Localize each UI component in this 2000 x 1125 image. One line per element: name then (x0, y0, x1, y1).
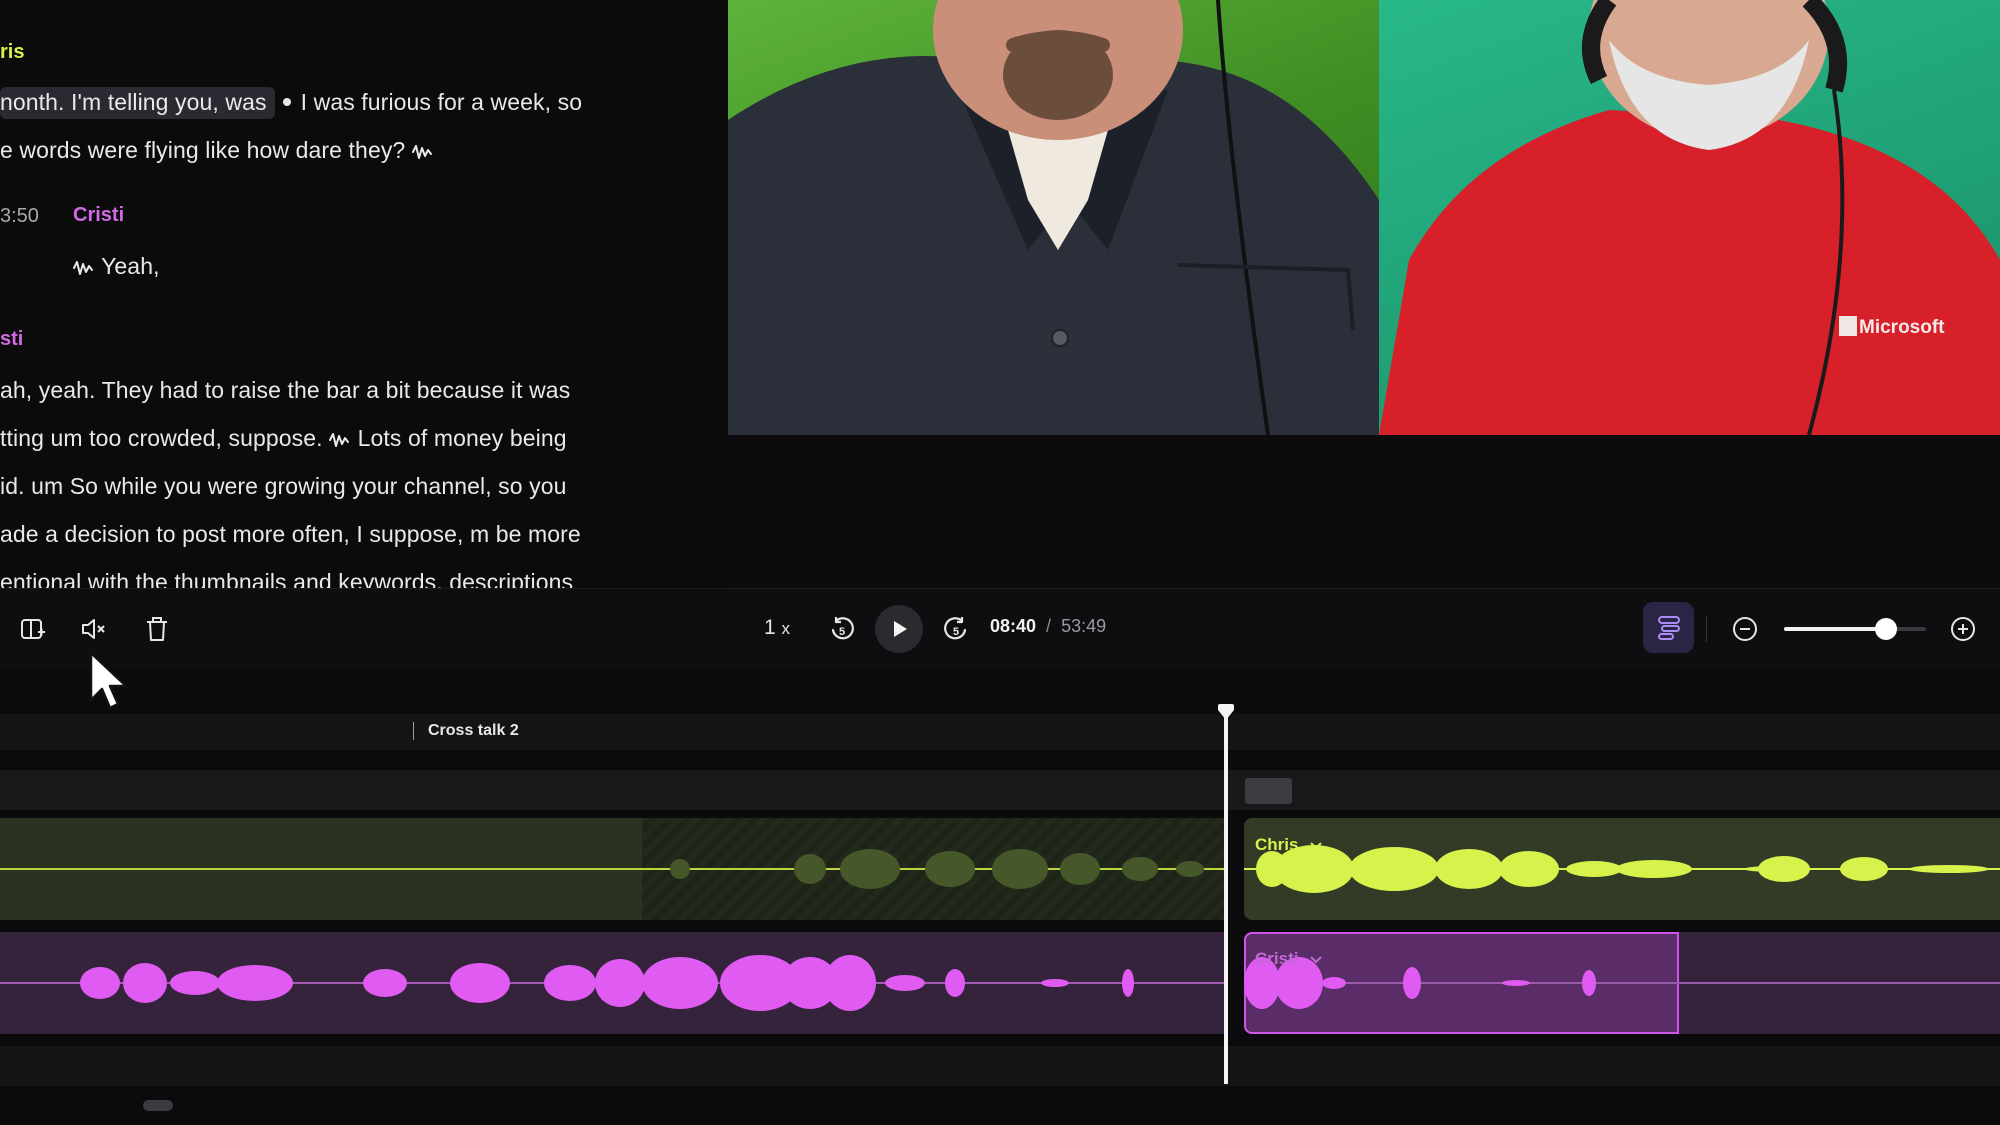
track-placeholder-clip[interactable] (1245, 778, 1292, 804)
shirt-logo: Microsoft (1859, 317, 1945, 338)
rewind-5-icon: 5 (831, 617, 854, 640)
cristi-waveform-left (0, 955, 1224, 1011)
transcript-line[interactable]: e words were flying like how dare they? (0, 137, 434, 164)
minus-circle-icon (1733, 617, 1757, 641)
video-letterbox (728, 435, 2000, 588)
playhead-handle-icon[interactable] (1216, 704, 1236, 722)
transcript-text[interactable]: Lots of money being (358, 425, 567, 451)
playback-toolbar: 1 x 5 5 08:40 / 53:49 (0, 588, 2000, 668)
transcript-text[interactable]: Yeah, (101, 253, 160, 279)
transcript-text[interactable]: I was furious for a week, so (301, 89, 582, 115)
zoom-slider-handle[interactable] (1875, 618, 1898, 640)
video-preview[interactable]: Microsoft (728, 0, 2000, 435)
speaker-mute-icon (82, 619, 105, 639)
speed-unit: x (781, 619, 791, 638)
zoom-out-button[interactable] (1725, 609, 1765, 649)
timeline-panel[interactable]: Cross talk 2 Chris Cristi (0, 668, 2000, 1125)
total-time: 53:49 (1061, 616, 1107, 636)
playback-speed-button[interactable]: 1 x (764, 616, 790, 640)
logo-square (1839, 316, 1857, 336)
empty-track[interactable] (0, 770, 2000, 810)
playhead[interactable] (1224, 712, 1228, 1084)
horizontal-scrollbar[interactable] (143, 1100, 173, 1111)
zoom-slider[interactable] (1784, 618, 1926, 640)
delete-button[interactable] (137, 609, 177, 649)
transcript-line[interactable]: tting um too crowded, suppose. Lots of m… (0, 425, 567, 452)
cristi-clip-label[interactable]: Cristi (1255, 949, 1323, 969)
zoom-in-button[interactable] (1943, 609, 1983, 649)
skip-back-button[interactable]: 5 (822, 609, 862, 649)
transcript-line[interactable]: entional with the thumbnails and keyword… (0, 569, 573, 588)
plus-circle-icon (1951, 617, 1975, 641)
svg-text:5: 5 (839, 626, 845, 638)
transcript-line[interactable]: id. um So while you were growing your ch… (0, 473, 567, 500)
chris-waveform-left (0, 849, 1224, 889)
split-add-icon (21, 619, 45, 639)
skip-forward-button[interactable]: 5 (936, 609, 976, 649)
transcript-text[interactable]: e words were flying like how dare they? (0, 137, 405, 163)
timeline-ruler[interactable] (0, 714, 2000, 750)
waveform-marker-icon (73, 259, 95, 277)
zoom-slider-fill (1784, 627, 1887, 631)
play-icon (894, 621, 907, 637)
waveform-marker-icon (329, 431, 351, 449)
time-separator: / (1046, 616, 1052, 636)
transcript-line[interactable]: ade a decision to post more often, I sup… (0, 521, 581, 548)
transcript-line[interactable]: Yeah, (73, 253, 160, 280)
host-video-frame (728, 0, 1379, 435)
transcript-line[interactable]: ah, yeah. They had to raise the bar a bi… (0, 377, 570, 404)
cut-marker-icon (282, 98, 291, 107)
speaker-label: sti (0, 328, 24, 350)
chevron-down-icon[interactable] (1309, 841, 1323, 851)
chapters-icon (1657, 615, 1680, 640)
speaker-label: ris (0, 41, 25, 63)
transcript-text[interactable]: tting um too crowded, suppose. (0, 425, 323, 451)
toolbar-divider (1706, 616, 1707, 642)
split-clip-button[interactable] (12, 609, 52, 649)
waveform-marker-icon (411, 143, 434, 161)
highlighted-text[interactable]: nonth. I'm telling you, was (0, 87, 275, 119)
chapters-toggle-button[interactable] (1643, 602, 1694, 653)
guest-video-frame: Microsoft (1379, 0, 2000, 435)
track-name: Chris (1255, 835, 1299, 854)
transcript-panel[interactable]: ris nonth. I'm telling you, was I was fur… (0, 0, 728, 588)
timestamp[interactable]: 3:50 (0, 205, 39, 228)
host-figure (728, 0, 1379, 435)
forward-5-icon: 5 (944, 617, 967, 640)
speed-value: 1 (764, 616, 776, 639)
speaker-label: Cristi (73, 204, 125, 226)
chevron-down-icon[interactable] (1309, 955, 1323, 965)
chapter-marker[interactable]: Cross talk 2 (413, 722, 519, 740)
track-name: Cristi (1255, 949, 1299, 968)
chris-waveform-right (1244, 845, 2000, 893)
current-time: 08:40 (990, 616, 1037, 636)
cristi-waveform-right (1244, 957, 2000, 1009)
empty-track-bottom[interactable] (0, 1046, 2000, 1086)
mouse-pointer-icon (89, 651, 128, 710)
trash-icon (147, 617, 167, 641)
mute-button[interactable] (74, 609, 114, 649)
chris-clip-label[interactable]: Chris (1255, 835, 1323, 855)
svg-text:5: 5 (953, 626, 959, 638)
play-button[interactable] (875, 605, 923, 653)
time-display: 08:40 / 53:49 (990, 616, 1106, 637)
guest-figure: Microsoft (1379, 0, 2000, 435)
transcript-line[interactable]: nonth. I'm telling you, was I was furious… (0, 87, 582, 119)
